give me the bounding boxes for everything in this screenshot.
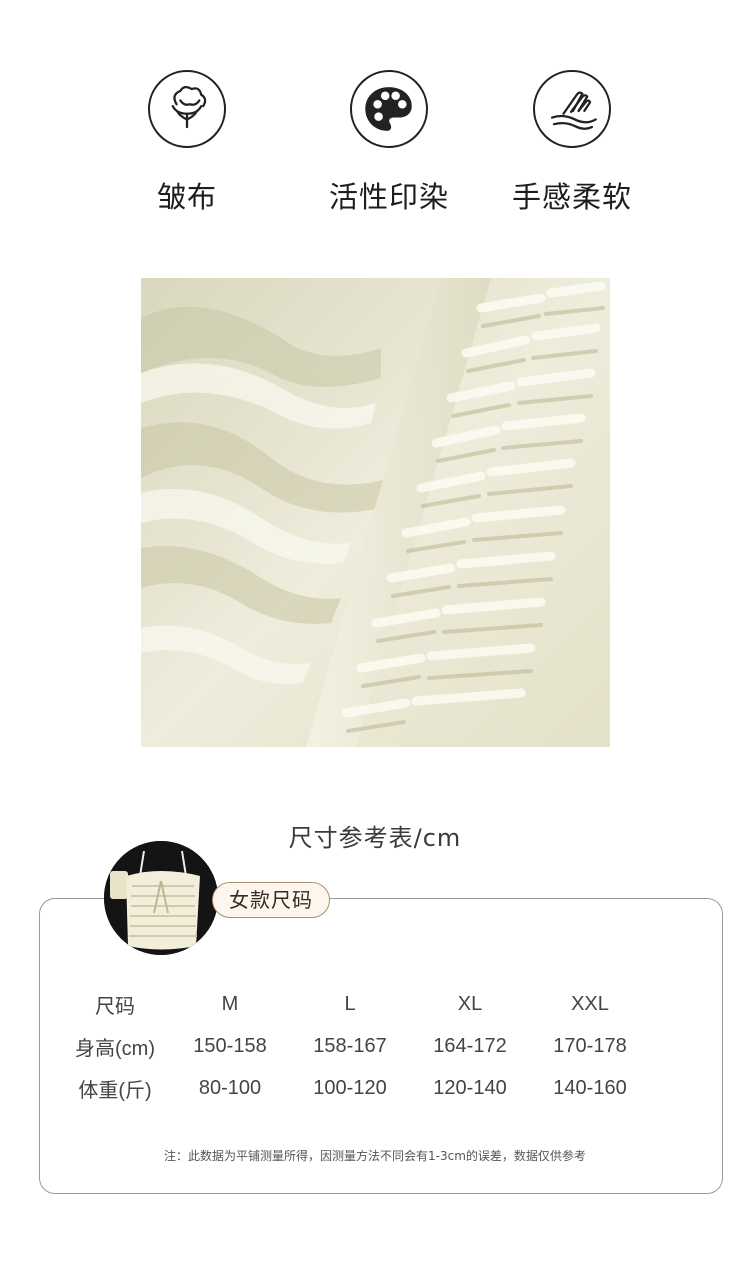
table-cell: 体重(斤) — [78, 1079, 152, 1102]
table-row: 身高(cm) 150-158 158-167 164-172 170-178 — [60, 1025, 700, 1067]
table-header-cell: XXL — [571, 992, 609, 1015]
fabric-closeup-image — [141, 278, 610, 747]
table-header-cell: L — [344, 992, 356, 1015]
table-cell: 170-178 — [553, 1034, 627, 1057]
palette-icon — [350, 70, 428, 148]
soft-touch-icon — [533, 70, 611, 148]
table-cell: 100-120 — [313, 1076, 387, 1099]
table-header-row: 尺码 M L XL XXL — [60, 983, 700, 1025]
feature-item-wrinkle: 皱布 — [97, 70, 277, 216]
table-header-cell: 尺码 — [95, 995, 135, 1018]
feature-label: 皱布 — [156, 180, 217, 214]
table-cell: 150-158 — [193, 1034, 267, 1057]
feature-label: 活性印染 — [328, 180, 449, 214]
feature-label: 手感柔软 — [511, 180, 632, 214]
product-thumbnail — [104, 841, 218, 955]
size-chart-title: 尺寸参考表/cm — [288, 824, 462, 852]
table-cell: 身高(cm) — [75, 1037, 155, 1060]
table-cell: 80-100 — [198, 1076, 262, 1099]
feature-item-dye: 活性印染 — [299, 70, 479, 216]
table-header-cell: XL — [457, 992, 483, 1015]
table-row: 体重(斤) 80-100 100-120 120-140 140-160 — [60, 1067, 700, 1109]
table-header-cell: M — [221, 992, 239, 1015]
table-cell: 164-172 — [433, 1034, 507, 1057]
table-cell: 120-140 — [433, 1076, 507, 1099]
measurement-note: 注：此数据为平铺测量所得，因测量方法不同会有1-3cm的误差，数据仅供参考 — [164, 1149, 586, 1163]
feature-item-soft: 手感柔软 — [482, 70, 662, 216]
size-table: 尺码 M L XL XXL 身高(cm) 150-158 158-167 164… — [60, 983, 700, 1109]
table-cell: 140-160 — [553, 1076, 627, 1099]
cotton-icon — [148, 70, 226, 148]
table-cell: 158-167 — [313, 1034, 387, 1057]
size-category-tag: 女款尺码 — [212, 882, 330, 918]
